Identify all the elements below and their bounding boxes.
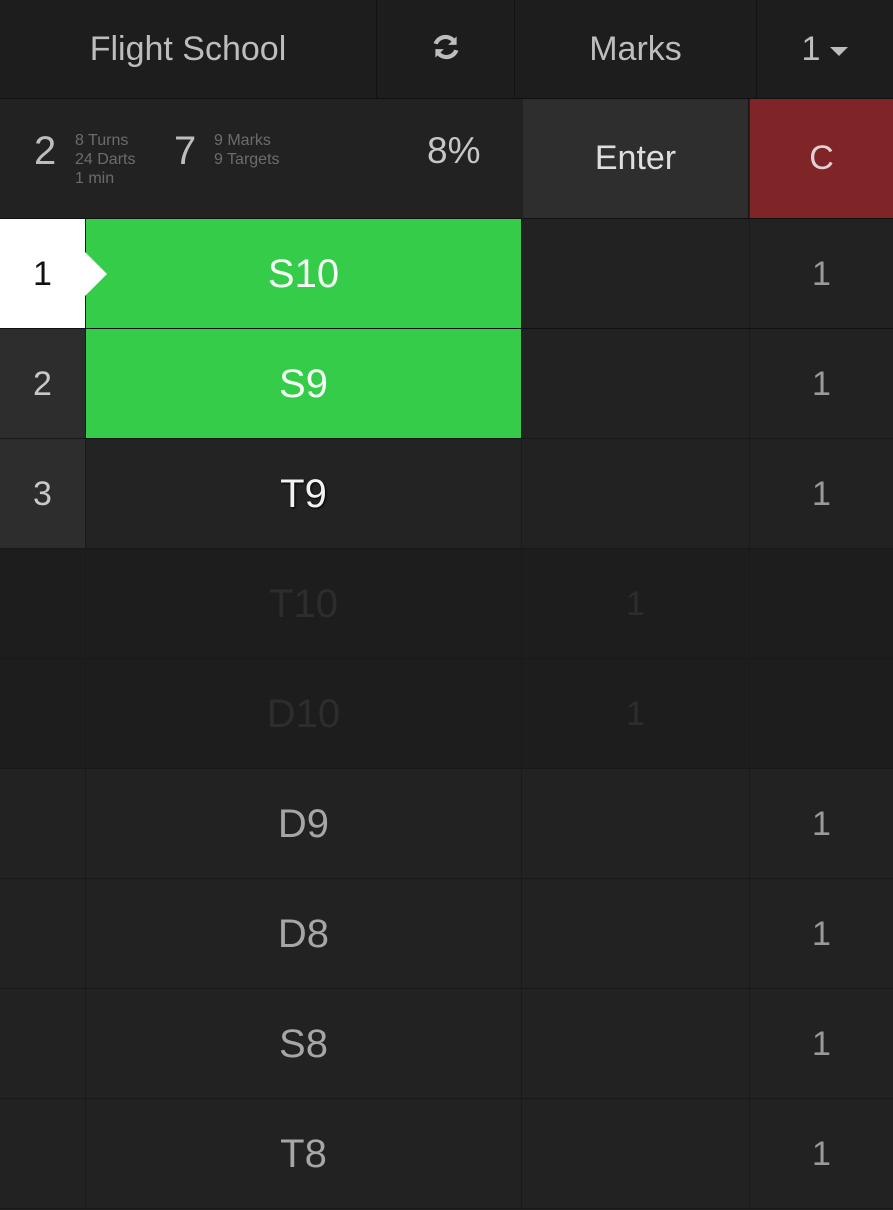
miss-count-cell: [522, 1099, 750, 1209]
darts-label: 24 Darts: [75, 151, 136, 168]
target-row: 2 S9 1: [0, 329, 893, 439]
hit-count-cell: 1: [812, 364, 831, 403]
current-pointer-icon: [85, 252, 107, 296]
hit-count-cell: 1: [812, 914, 831, 953]
target-row: D10 1: [0, 659, 893, 769]
turn-number: [0, 549, 86, 659]
target-cell[interactable]: T8: [86, 1099, 522, 1209]
turn-number: [0, 989, 86, 1099]
turn-number: [0, 659, 86, 769]
stats-bar: 2 8 Turns 24 Darts 1 min 7 9 Marks 9 Tar…: [0, 99, 893, 219]
target-cell[interactable]: T10: [86, 549, 522, 659]
clear-button[interactable]: C: [750, 99, 893, 218]
target-cell[interactable]: D10: [86, 659, 522, 769]
turn-number: [0, 879, 86, 989]
game-title[interactable]: Flight School: [0, 0, 377, 98]
time-label: 1 min: [75, 170, 115, 187]
turn-number-active: 1: [0, 219, 107, 329]
hit-count-cell: [750, 549, 893, 659]
marks-label: 9 Marks: [214, 132, 271, 149]
stats-summary: 2 8 Turns 24 Darts 1 min 7 9 Marks 9 Tar…: [0, 99, 522, 218]
target-cell[interactable]: D8: [86, 879, 522, 989]
target-row: 1 S10 1: [0, 219, 893, 329]
target-row: T8 1: [0, 1099, 893, 1209]
hit-count-cell: [750, 659, 893, 769]
turn-number: 1: [33, 254, 52, 293]
hit-count-cell: 1: [812, 1024, 831, 1063]
miss-count-cell: [522, 769, 750, 879]
turn-number: 3: [0, 439, 86, 549]
target-cell[interactable]: T9: [86, 439, 522, 549]
percent-value: 8%: [427, 130, 481, 171]
target-row: D9 1: [0, 769, 893, 879]
hit-count-cell: 1: [812, 1134, 831, 1173]
refresh-icon: [429, 30, 463, 69]
player-dropdown[interactable]: 1: [757, 0, 893, 98]
miss-count-cell: [522, 219, 750, 329]
target-cell[interactable]: S9: [86, 329, 522, 439]
miss-count-cell: [522, 989, 750, 1099]
hit-count-cell: 1: [812, 474, 831, 513]
hit-count-cell: 1: [812, 804, 831, 843]
top-bar: Flight School Marks 1: [0, 0, 893, 99]
target-row: D8 1: [0, 879, 893, 989]
target-row: S8 1: [0, 989, 893, 1099]
turn-number: [0, 1099, 86, 1209]
miss-count-cell: [522, 329, 750, 439]
miss-count-cell: [522, 439, 750, 549]
target-row: T10 1: [0, 549, 893, 659]
target-cell[interactable]: D9: [86, 769, 522, 879]
turn-number: 2: [0, 329, 86, 439]
mode-selector[interactable]: Marks: [515, 0, 757, 98]
miss-count-cell: 1: [522, 549, 750, 659]
turns-label: 8 Turns: [75, 132, 129, 149]
target-cell[interactable]: S8: [86, 989, 522, 1099]
target-row: 3 T9 1: [0, 439, 893, 549]
hit-count-cell: 1: [812, 254, 831, 293]
turn-number: [0, 769, 86, 879]
miss-count-cell: [522, 879, 750, 989]
target-cell[interactable]: S10: [86, 219, 522, 329]
miss-count-cell: 1: [522, 659, 750, 769]
player-number: 1: [801, 29, 821, 68]
enter-button[interactable]: Enter: [523, 99, 749, 218]
targets-label: 9 Targets: [214, 151, 280, 168]
caret-down-icon: [830, 46, 849, 56]
row-divider: [0, 1208, 893, 1209]
marks-count: 7: [174, 129, 197, 173]
refresh-button[interactable]: [377, 0, 515, 98]
turns-count: 2: [34, 129, 57, 173]
